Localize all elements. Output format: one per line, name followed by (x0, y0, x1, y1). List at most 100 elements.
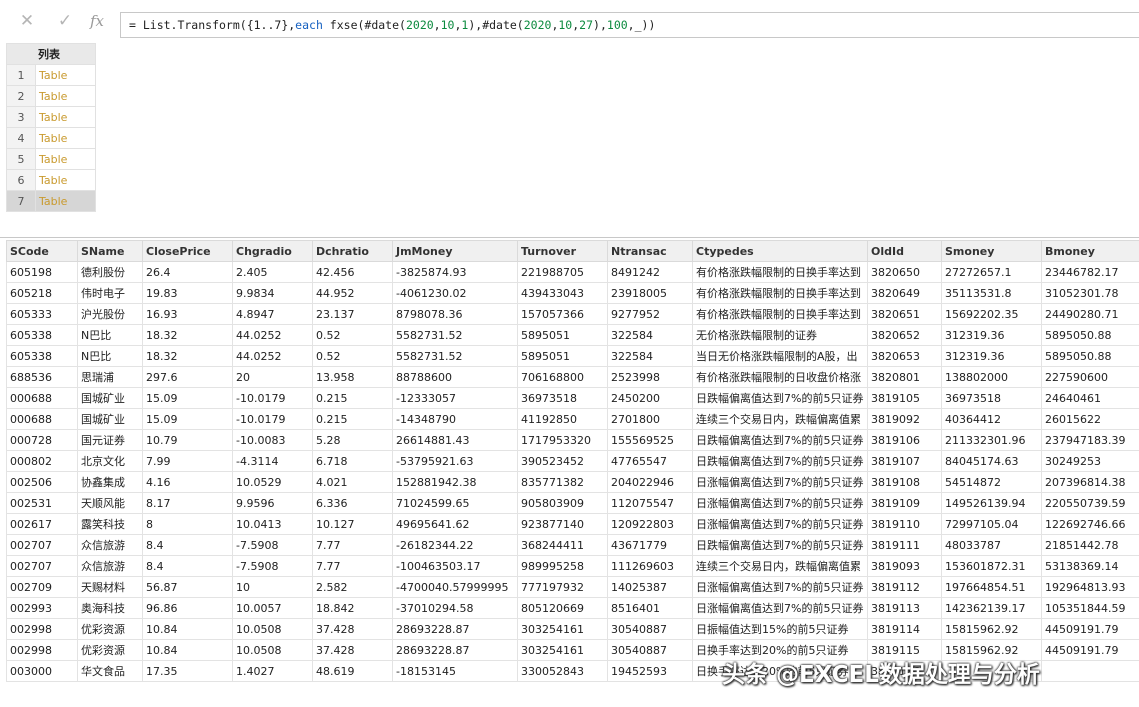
column-header[interactable]: Smoney (941, 240, 1042, 262)
column-header[interactable]: SName (77, 240, 143, 262)
table-cell[interactable]: 149526139.94 (941, 492, 1042, 514)
table-cell[interactable]: 4.021 (312, 471, 393, 493)
table-cell[interactable]: 112075547 (607, 492, 693, 514)
cancel-icon[interactable]: ✕ (16, 10, 38, 32)
table-cell[interactable]: 24490280.71 (1041, 303, 1139, 325)
table-cell[interactable]: 1717953320 (517, 429, 608, 451)
table-cell[interactable]: 日跌幅偏离值达到7%的前5只证券 (692, 534, 868, 556)
table-row[interactable]: 000728 国元证券 10.79 -10.0083 5.28 26614881.43 17… (6, 429, 1139, 451)
table-cell[interactable]: 36973518 (941, 387, 1042, 409)
list-row[interactable]: 7 Table (6, 190, 96, 212)
table-cell[interactable]: 2450200 (607, 387, 693, 409)
table-row[interactable]: 605338 N巴比 18.32 44.0252 0.52 5582731.52 58950… (6, 345, 1139, 367)
table-cell[interactable]: 322584 (607, 345, 693, 367)
table-cell[interactable]: 3820651 (867, 303, 942, 325)
table-cell[interactable]: 10 (232, 576, 313, 598)
table-cell[interactable]: -4700040.57999995 (392, 576, 518, 598)
list-row[interactable]: 4 Table (6, 127, 96, 149)
table-cell[interactable]: 227590600 (1041, 366, 1139, 388)
table-cell[interactable]: 26015622 (1041, 408, 1139, 430)
row-index[interactable]: 1 (6, 64, 36, 86)
table-cell[interactable]: 003000 (6, 660, 78, 682)
table-cell[interactable]: 3819093 (867, 555, 942, 577)
table-cell[interactable]: 8516401 (607, 597, 693, 619)
table-cell[interactable]: 220550739.59 (1041, 492, 1139, 514)
column-header[interactable]: Dchratio (312, 240, 393, 262)
table-cell[interactable]: 连续三个交易日内，跌幅偏离值累 (692, 408, 868, 430)
table-cell[interactable]: 15.09 (142, 408, 233, 430)
table-cell[interactable]: 777197932 (517, 576, 608, 598)
table-cell[interactable]: 122692746.66 (1041, 513, 1139, 535)
table-cell[interactable]: 002506 (6, 471, 78, 493)
table-cell[interactable]: 30540887 (607, 618, 693, 640)
table-row[interactable]: 002709 天赐材料 56.87 10 2.582 -4700040.57999995 7… (6, 576, 1139, 598)
table-cell[interactable]: 002993 (6, 597, 78, 619)
table-cell[interactable]: 002998 (6, 618, 78, 640)
table-cell[interactable]: 923877140 (517, 513, 608, 535)
table-cell[interactable]: 伟时电子 (77, 282, 143, 304)
table-cell[interactable]: 6.718 (312, 450, 393, 472)
table-cell[interactable]: 德利股份 (77, 261, 143, 283)
table-cell[interactable]: 日涨幅偏离值达到7%的前5只证券 (692, 471, 868, 493)
row-index[interactable]: 6 (6, 169, 36, 191)
table-cell[interactable]: 303254161 (517, 618, 608, 640)
table-cell[interactable]: 9.9596 (232, 492, 313, 514)
table-cell[interactable]: 9277952 (607, 303, 693, 325)
table-cell[interactable]: 002707 (6, 555, 78, 577)
table-cell[interactable]: -10.0083 (232, 429, 313, 451)
table-cell[interactable]: 303254161 (517, 639, 608, 661)
table-cell[interactable]: -53795921.63 (392, 450, 518, 472)
table-cell[interactable]: 10.0413 (232, 513, 313, 535)
table-cell[interactable]: 北京文化 (77, 450, 143, 472)
table-cell[interactable]: 1.4027 (232, 660, 313, 682)
table-cell[interactable]: 国元证券 (77, 429, 143, 451)
table-cell[interactable]: 10.0057 (232, 597, 313, 619)
table-cell[interactable]: 露笑科技 (77, 513, 143, 535)
table-cell[interactable]: 605338 (6, 345, 78, 367)
table-cell[interactable]: 协鑫集成 (77, 471, 143, 493)
formula-input[interactable]: = List.Transform({1..7},each fxse(#date(… (120, 12, 1139, 38)
table-cell[interactable]: 192964813.93 (1041, 576, 1139, 598)
table-cell[interactable]: 43671779 (607, 534, 693, 556)
table-cell[interactable]: -4.3114 (232, 450, 313, 472)
table-cell[interactable]: 连续三个交易日内，跌幅偏离值累 (692, 555, 868, 577)
table-cell[interactable]: 30540887 (607, 639, 693, 661)
table-cell[interactable]: 48.619 (312, 660, 393, 682)
table-cell[interactable]: 312319.36 (941, 324, 1042, 346)
column-header[interactable]: Ctypedes (692, 240, 868, 262)
table-cell[interactable]: 天赐材料 (77, 576, 143, 598)
table-cell[interactable]: 54514872 (941, 471, 1042, 493)
table-cell[interactable]: 10.84 (142, 639, 233, 661)
table-cell[interactable]: 44.0252 (232, 324, 313, 346)
table-cell[interactable]: 5582731.52 (392, 324, 518, 346)
table-cell[interactable]: 237947183.39 (1041, 429, 1139, 451)
table-cell[interactable]: 8491242 (607, 261, 693, 283)
table-cell[interactable]: 2523998 (607, 366, 693, 388)
table-cell[interactable]: 4.16 (142, 471, 233, 493)
table-cell[interactable]: -18153145 (392, 660, 518, 682)
table-cell[interactable]: 奥海科技 (77, 597, 143, 619)
table-cell[interactable]: 有价格涨跌幅限制的日换手率达到 (692, 303, 868, 325)
column-header[interactable]: Ntransac (607, 240, 693, 262)
table-cell[interactable]: 688536 (6, 366, 78, 388)
row-index[interactable]: 2 (6, 85, 36, 107)
table-cell[interactable]: -10.0179 (232, 387, 313, 409)
table-cell[interactable]: 211332301.96 (941, 429, 1042, 451)
table-cell[interactable]: 312319.36 (941, 345, 1042, 367)
table-cell[interactable]: 3820653 (867, 345, 942, 367)
table-cell[interactable]: 国城矿业 (77, 408, 143, 430)
table-cell[interactable]: 000802 (6, 450, 78, 472)
table-cell[interactable]: 88788600 (392, 366, 518, 388)
table-cell[interactable]: 5895051 (517, 345, 608, 367)
table-cell[interactable]: -7.5908 (232, 555, 313, 577)
table-cell[interactable]: 002707 (6, 534, 78, 556)
table-cell[interactable]: 49695641.62 (392, 513, 518, 535)
table-cell[interactable]: 日涨幅偏离值达到7%的前5只证券 (692, 597, 868, 619)
table-cell[interactable]: 10.0508 (232, 618, 313, 640)
table-cell[interactable]: 2.405 (232, 261, 313, 283)
table-cell[interactable]: 105351844.59 (1041, 597, 1139, 619)
table-cell[interactable]: 000688 (6, 387, 78, 409)
table-cell[interactable]: 142362139.17 (941, 597, 1042, 619)
table-cell[interactable]: 日涨幅偏离值达到7%的前5只证券 (692, 513, 868, 535)
table-cell[interactable]: 605333 (6, 303, 78, 325)
